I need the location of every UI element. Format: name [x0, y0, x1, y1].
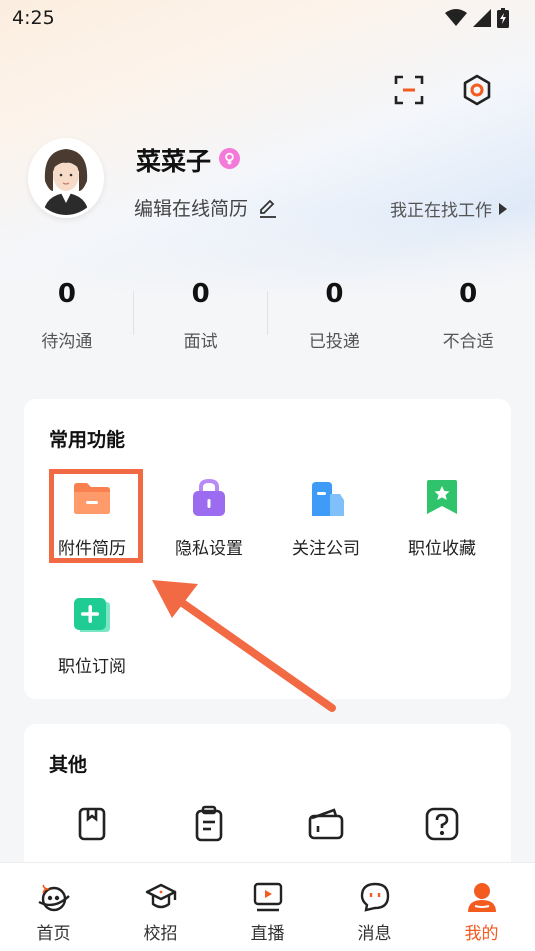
stat-pending-chat[interactable]: 0 待沟通 — [0, 275, 134, 365]
common-functions-title: 常用功能 — [49, 429, 126, 451]
stat-label: 已投递 — [308, 332, 360, 352]
item-label: 隐私设置 — [175, 539, 243, 559]
pencil-icon — [260, 199, 277, 218]
privacy-settings-item[interactable]: 隐私设置 — [149, 478, 269, 559]
stat-value: 0 — [325, 279, 344, 309]
settings-button[interactable] — [457, 70, 497, 110]
female-icon — [219, 148, 240, 169]
item-label: 关注公司 — [292, 539, 360, 559]
scan-button[interactable] — [389, 70, 429, 110]
other-item-3[interactable] — [266, 804, 386, 848]
scan-icon — [394, 75, 424, 105]
wifi-icon — [445, 9, 467, 26]
stat-interview[interactable]: 0 面试 — [134, 275, 268, 365]
nav-messages[interactable]: 消息 — [321, 863, 428, 951]
job-status-label: 我正在找工作 — [390, 201, 492, 221]
highlight-box — [49, 469, 143, 563]
caret-right-icon — [499, 202, 507, 215]
bottom-navigation: 首页 校招 直播 消息 我的 — [0, 862, 535, 951]
annotation-arrow — [152, 580, 336, 712]
stat-label: 不合适 — [442, 332, 494, 352]
edit-online-resume-link[interactable]: 编辑在线简历 — [134, 194, 278, 221]
nav-label: 消息 — [357, 924, 392, 944]
battery-icon — [497, 8, 509, 28]
nav-label: 我的 — [464, 924, 499, 944]
job-favorites-item[interactable]: 职位收藏 — [382, 478, 502, 559]
other-title: 其他 — [49, 754, 88, 776]
profile-section: 菜菜子 编辑在线简历 我正在找工作 — [28, 138, 508, 228]
stat-unsuitable[interactable]: 0 不合适 — [401, 275, 535, 365]
graduation-cap-icon — [143, 879, 179, 915]
nav-campus[interactable]: 校招 — [107, 863, 214, 951]
lock-icon — [193, 478, 225, 516]
job-status-link[interactable]: 我正在找工作 — [390, 196, 508, 221]
nav-label: 校招 — [143, 924, 178, 944]
status-time: 4:25 — [12, 7, 55, 29]
item-label: 职位收藏 — [408, 539, 476, 559]
help-icon — [425, 807, 459, 841]
avatar[interactable] — [28, 138, 104, 218]
user-name: 菜菜子 — [136, 147, 212, 176]
settings-icon — [463, 74, 491, 106]
followed-companies-item[interactable]: 关注公司 — [266, 478, 386, 559]
status-icons — [445, 8, 509, 28]
bookmark-star-icon — [427, 480, 457, 514]
stats-row: 0 待沟通 0 面试 0 已投递 0 不合适 — [0, 275, 535, 365]
avatar-portrait — [43, 149, 89, 215]
stat-value: 0 — [57, 279, 76, 309]
status-bar: 4:25 — [0, 0, 535, 36]
other-item-4[interactable] — [382, 804, 502, 848]
other-item-1[interactable] — [32, 804, 152, 848]
home-planet-icon — [36, 879, 72, 915]
stat-delivered[interactable]: 0 已投递 — [268, 275, 402, 365]
nav-live[interactable]: 直播 — [214, 863, 321, 951]
chat-icon — [357, 879, 393, 915]
edit-resume-label: 编辑在线简历 — [134, 198, 249, 220]
job-subscription-item[interactable]: 职位订阅 — [32, 596, 152, 677]
stat-label: 待沟通 — [41, 332, 93, 352]
signal-icon — [473, 9, 491, 27]
stat-label: 面试 — [183, 332, 218, 352]
bookmark-icon — [78, 807, 106, 841]
wallet-icon — [308, 808, 344, 840]
nav-label: 首页 — [36, 924, 71, 944]
nav-label: 直播 — [250, 924, 285, 944]
stat-value: 0 — [191, 279, 210, 309]
profile-icon — [464, 879, 500, 915]
building-icon — [312, 482, 344, 516]
live-tv-icon — [250, 879, 286, 915]
other-item-2[interactable] — [149, 804, 269, 848]
item-label: 职位订阅 — [58, 657, 126, 677]
nav-profile[interactable]: 我的 — [428, 863, 535, 951]
nav-home[interactable]: 首页 — [0, 863, 107, 951]
top-actions — [389, 70, 497, 110]
add-subscription-icon — [74, 598, 110, 632]
stat-value: 0 — [459, 279, 478, 309]
clipboard-icon — [195, 805, 223, 842]
